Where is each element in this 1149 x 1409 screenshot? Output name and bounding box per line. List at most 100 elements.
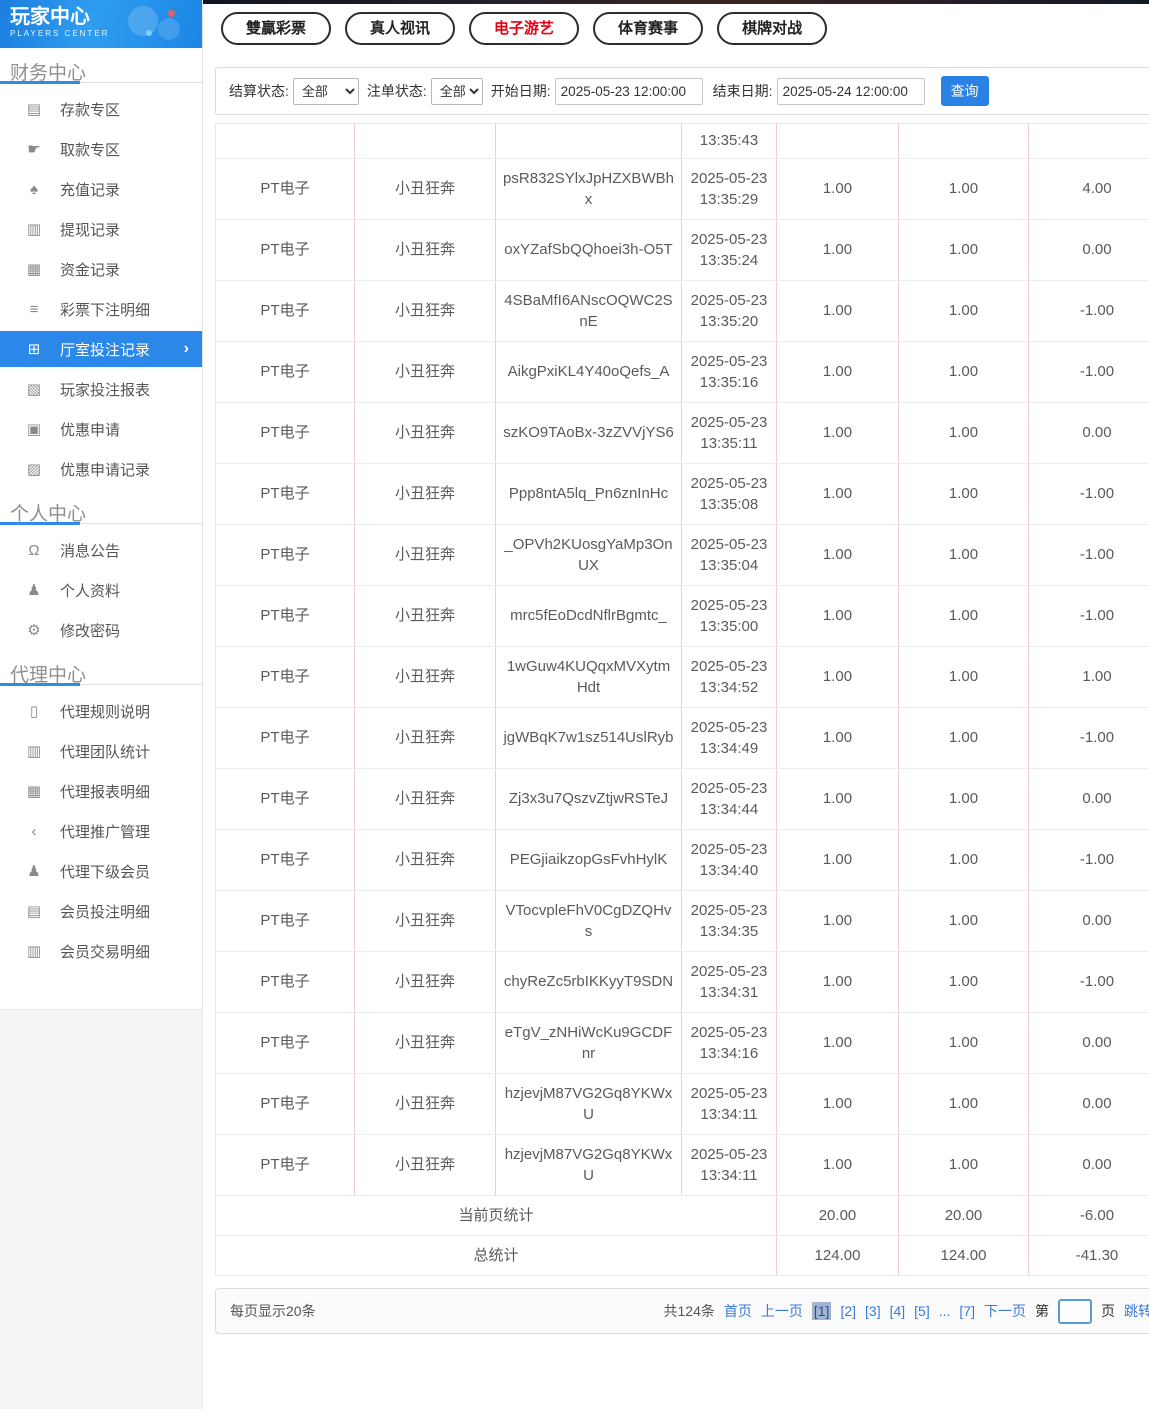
cell-time: 2025-05-23 13:35:00 xyxy=(681,585,777,647)
sidebar-item-label: 取款专区 xyxy=(60,141,121,159)
sidebar-item-label: 代理下级会员 xyxy=(60,863,151,881)
cell-order: 4SBaMfI6ANscOQWC2SnE xyxy=(495,280,682,342)
cell-valid: 1.00 xyxy=(898,463,1029,525)
sidebar-item-label: 资金记录 xyxy=(60,261,121,279)
cell-order: mrc5fEoDcdNflrBgmtc_ xyxy=(495,585,682,647)
sidebar-item-document[interactable]: ▯ 代理规则说明 xyxy=(0,691,202,731)
cell-valid: 1.00 xyxy=(898,951,1029,1013)
jump-suffix-label: 页 xyxy=(1101,1303,1115,1319)
page-link-2[interactable]: [2] xyxy=(840,1303,856,1319)
game-tab-1[interactable]: 雙贏彩票 xyxy=(221,12,332,45)
cell-bet xyxy=(776,123,899,159)
sidebar-item-member-trade[interactable]: ▥ 会员交易明细 xyxy=(0,931,202,971)
coupon-icon: ▣ xyxy=(26,421,42,438)
sidebar-footer-space xyxy=(0,1010,203,1409)
sidebar-item-report-detail[interactable]: ▦ 代理报表明细 xyxy=(0,771,202,811)
gamepad-icon xyxy=(124,4,194,44)
table-row: PT电子 小丑狂奔 oxYZafSbQQhoei3h-O5T 2025-05-23 1… xyxy=(215,219,1149,281)
sidebar-item-member-bet[interactable]: ▤ 会员投注明细 xyxy=(0,891,202,931)
summary-winloss: -6.00 xyxy=(1028,1195,1149,1236)
sidebar-item-members[interactable]: ♟ 代理下级会员 xyxy=(0,851,202,891)
page-link-4[interactable]: [4] xyxy=(890,1303,906,1319)
cell-bet: 1.00 xyxy=(776,890,899,952)
cell-game: 小丑狂奔 xyxy=(354,1073,496,1135)
summary-label: 总统计 xyxy=(215,1235,777,1276)
sidebar-item-team-stats[interactable]: ▥ 代理团队统计 xyxy=(0,731,202,771)
page-summary-row: 当前页统计 20.00 20.00 -6.00 xyxy=(215,1195,1149,1236)
sidebar-item-bet-record[interactable]: ⊞ 厅室投注记录 › xyxy=(0,331,202,367)
page-size-text: 每页显示20条 xyxy=(230,1303,316,1319)
page-link-1[interactable]: [1] xyxy=(811,1302,832,1320)
start-date-input[interactable] xyxy=(554,77,703,105)
sidebar-item-withdraw-hand[interactable]: ☛ 取款专区 xyxy=(0,129,202,169)
game-tab-5[interactable]: 棋牌对战 xyxy=(717,12,828,45)
cell-provider: PT电子 xyxy=(215,585,355,647)
bet-record-icon: ⊞ xyxy=(27,341,41,358)
game-tab-3[interactable]: 电子游艺 xyxy=(469,12,580,45)
cell-provider: PT电子 xyxy=(215,1134,355,1196)
page-link-5[interactable]: [5] xyxy=(914,1303,930,1319)
summary-valid: 20.00 xyxy=(898,1195,1029,1236)
cell-order: PEGjiaikzopGsFvhHylK xyxy=(495,829,682,891)
cell-order: Ppp8ntA5lq_Pn6znInHc xyxy=(495,463,682,525)
sidebar-item-moneybag[interactable]: ♠ 充值记录 xyxy=(0,169,202,209)
first-page-link[interactable]: 首页 xyxy=(724,1301,752,1321)
sidebar-item-report-chart[interactable]: ▧ 玩家投注报表 xyxy=(0,369,202,409)
cell-winloss: 0.00 xyxy=(1028,402,1149,464)
cell-winloss: 0.00 xyxy=(1028,1012,1149,1074)
cell-provider: PT电子 xyxy=(215,341,355,403)
cell-order: 1wGuw4KUQqxMVXytmHdt xyxy=(495,646,682,708)
page-link-3[interactable]: [3] xyxy=(865,1303,881,1319)
cell-provider xyxy=(215,123,355,159)
cell-time: 2025-05-23 13:35:29 xyxy=(681,158,777,220)
settle-status-select[interactable]: 全部 xyxy=(292,77,359,105)
cell-winloss: -1.00 xyxy=(1028,463,1149,525)
page-number-links: [1] [2] [3] [4] [5]... [7] xyxy=(811,1302,975,1320)
sidebar-item-label: 优惠申请 xyxy=(60,421,121,439)
prev-page-link[interactable]: 上一页 xyxy=(761,1301,803,1321)
table-row: PT电子 小丑狂奔 mrc5fEoDcdNflrBgmtc_ 2025-05-23 1… xyxy=(215,585,1149,647)
cell-bet: 1.00 xyxy=(776,1012,899,1074)
cell-valid: 1.00 xyxy=(898,707,1029,769)
cell-order: hzjevjM87VG2Gq8YKWxU xyxy=(495,1134,682,1196)
sidebar-item-share[interactable]: ‹ 代理推广管理 xyxy=(0,811,202,851)
sidebar-item-purse[interactable]: ▦ 资金记录 xyxy=(0,249,202,289)
sidebar-item-gear[interactable]: ⚙ 修改密码 xyxy=(0,610,202,650)
sidebar-item-deposit-card[interactable]: ▤ 存款专区 xyxy=(0,89,202,129)
sidebar: 玩家中心 PLAYERS CENTER 财务中心 ▤ 存款专区 ☛ 取款专区 ♠ 充值记录 ▥… xyxy=(0,0,203,1010)
summary-bet: 20.00 xyxy=(776,1195,899,1236)
sidebar-item-wallet[interactable]: ▥ 提现记录 xyxy=(0,209,202,249)
sidebar-item-coupon[interactable]: ▣ 优惠申请 xyxy=(0,409,202,449)
cell-winloss: -1.00 xyxy=(1028,585,1149,647)
game-tab-4[interactable]: 体育赛事 xyxy=(593,12,704,45)
table-row: PT电子 小丑狂奔 VTocvpleFhV0CgDZQHvs 2025-05-23 1… xyxy=(215,890,1149,952)
table-row: PT电子 小丑狂奔 1wGuw4KUQqxMVXytmHdt 2025-05-23 1… xyxy=(215,646,1149,708)
table-row: PT电子 小丑狂奔 psR832SYlxJpHZXBWBhx 2025-05-23 1… xyxy=(215,158,1149,220)
query-button[interactable]: 查询 xyxy=(940,76,989,106)
cell-winloss: 4.00 xyxy=(1028,158,1149,220)
sidebar-item-person[interactable]: ♟ 个人资料 xyxy=(0,570,202,610)
cell-provider: PT电子 xyxy=(215,829,355,891)
table-row: PT电子 小丑狂奔 AikgPxiKL4Y40oQefs_A 2025-05-23 1… xyxy=(215,341,1149,403)
sidebar-item-bell[interactable]: Ω 消息公告 xyxy=(0,530,202,570)
cell-order: _OPVh2KUosgYaMp3OnUX xyxy=(495,524,682,586)
page-link-7[interactable]: [7] xyxy=(959,1303,975,1319)
end-date-input[interactable] xyxy=(776,77,925,105)
deposit-card-icon: ▤ xyxy=(26,101,42,118)
cell-valid: 1.00 xyxy=(898,585,1029,647)
table-row: PT电子 小丑狂奔 _OPVh2KUosgYaMp3OnUX 2025-05-23 1… xyxy=(215,524,1149,586)
cell-order: szKO9TAoBx-3zZVVjYS6 xyxy=(495,402,682,464)
cell-winloss: -1.00 xyxy=(1028,341,1149,403)
sidebar-section-title: 个人中心 xyxy=(10,504,87,525)
sidebar-item-label: 个人资料 xyxy=(60,582,121,600)
sidebar-item-coupon-record[interactable]: ▨ 优惠申请记录 xyxy=(0,449,202,489)
game-tab-2[interactable]: 真人视讯 xyxy=(345,12,456,45)
next-page-link[interactable]: 下一页 xyxy=(984,1301,1026,1321)
jump-page-input[interactable] xyxy=(1058,1298,1092,1324)
sidebar-item-lottery-list[interactable]: ≡ 彩票下注明细 xyxy=(0,289,202,329)
cell-game: 小丑狂奔 xyxy=(354,768,496,830)
bell-icon: Ω xyxy=(28,541,40,559)
order-status-select[interactable]: 全部 xyxy=(430,77,483,105)
cell-bet: 1.00 xyxy=(776,768,899,830)
jump-button[interactable]: 跳转 xyxy=(1124,1301,1149,1321)
